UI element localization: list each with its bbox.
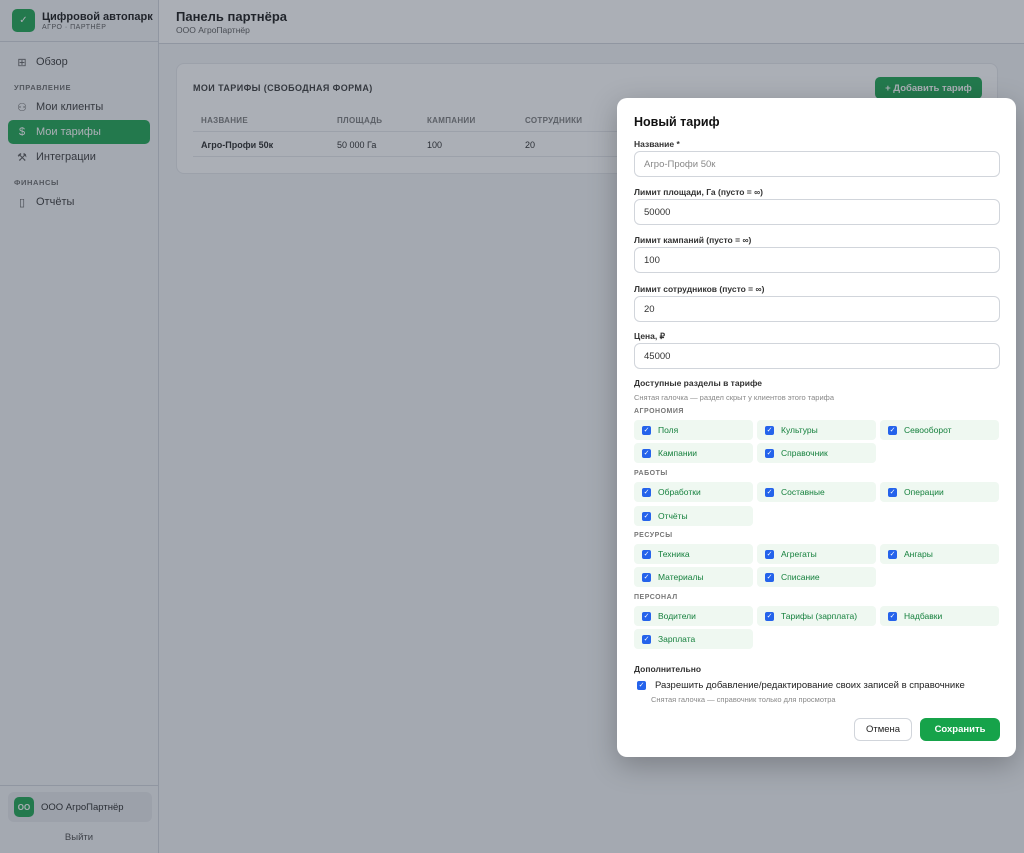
section-checkbox-campaigns[interactable]: ✓ Кампании bbox=[634, 443, 753, 463]
name-label: Название * bbox=[634, 139, 680, 149]
section-checkbox-treatments[interactable]: ✓ Обработки bbox=[634, 482, 753, 502]
extra-hint: Снятая галочка — справочник только для п… bbox=[651, 695, 836, 704]
checkbox-checked-icon: ✓ bbox=[642, 611, 651, 621]
checkbox-checked-icon: ✓ bbox=[765, 611, 774, 621]
chip-label: Материалы bbox=[658, 572, 704, 582]
chip-label: Зарплата bbox=[658, 634, 696, 644]
dialog-title: Новый тариф bbox=[634, 115, 720, 129]
price-input[interactable]: 45000 bbox=[634, 343, 1000, 369]
staff-limit-input[interactable]: 20 bbox=[634, 296, 1000, 322]
save-button[interactable]: Сохранить bbox=[920, 718, 1000, 741]
checkbox-checked-icon: ✓ bbox=[765, 487, 774, 497]
checkbox-checked-icon: ✓ bbox=[888, 611, 897, 621]
section-checkbox-directory[interactable]: ✓ Справочник bbox=[757, 443, 876, 463]
chip-label: Севооборот bbox=[904, 425, 952, 435]
new-tariff-dialog: Новый тариф Название * Агро-Профи 50к Ли… bbox=[617, 98, 1016, 757]
checkbox-checked-icon: ✓ bbox=[642, 448, 651, 458]
checkbox-checked-icon: ✓ bbox=[888, 487, 897, 497]
checkbox-checked-icon: ✓ bbox=[765, 549, 774, 559]
section-checkbox-crops[interactable]: ✓ Культуры bbox=[757, 420, 876, 440]
checkbox-checked-icon: ✓ bbox=[642, 549, 651, 559]
section-checkbox-wage-rates[interactable]: ✓ Тарифы (зарплата) bbox=[757, 606, 876, 626]
group-title-resources: РЕСУРСЫ bbox=[634, 532, 673, 539]
chip-label: Тарифы (зарплата) bbox=[781, 611, 858, 621]
price-label: Цена, ₽ bbox=[634, 331, 666, 341]
checkbox-checked-icon: ✓ bbox=[765, 448, 774, 458]
checkbox-checked-icon: ✓ bbox=[642, 425, 651, 435]
allow-edit-directory-checkbox[interactable]: ✓ Разрешить добавление/редактирование св… bbox=[637, 680, 965, 691]
section-checkbox-implements[interactable]: ✓ Агрегаты bbox=[757, 544, 876, 564]
group-title-personnel: ПЕРСОНАЛ bbox=[634, 594, 678, 601]
chip-label: Культуры bbox=[781, 425, 818, 435]
chip-label: Ангары bbox=[904, 549, 933, 559]
checkbox-checked-icon: ✓ bbox=[642, 634, 651, 644]
checkbox-checked-icon: ✓ bbox=[765, 572, 774, 582]
area-limit-label: Лимит площади, Га (пусто = ∞) bbox=[634, 187, 764, 197]
checkbox-checked-icon: ✓ bbox=[642, 572, 651, 582]
section-checkbox-writeoff[interactable]: ✓ Списание bbox=[757, 567, 876, 587]
section-checkbox-rotation[interactable]: ✓ Севооборот bbox=[880, 420, 999, 440]
checkbox-checked-icon: ✓ bbox=[765, 425, 774, 435]
area-limit-input[interactable]: 50000 bbox=[634, 199, 1000, 225]
cancel-button[interactable]: Отмена bbox=[854, 718, 912, 741]
section-checkbox-composite[interactable]: ✓ Составные bbox=[757, 482, 876, 502]
chip-label: Справочник bbox=[781, 448, 828, 458]
sections-hint: Снятая галочка — раздел скрыт у клиентов… bbox=[634, 393, 834, 402]
chip-label: Агрегаты bbox=[781, 549, 817, 559]
checkbox-checked-icon: ✓ bbox=[642, 511, 651, 521]
allow-edit-directory-label: Разрешить добавление/редактирование свои… bbox=[655, 680, 965, 691]
section-checkbox-machinery[interactable]: ✓ Техника bbox=[634, 544, 753, 564]
chip-label: Надбавки bbox=[904, 611, 943, 621]
campaigns-limit-input[interactable]: 100 bbox=[634, 247, 1000, 273]
staff-limit-label: Лимит сотрудников (пусто = ∞) bbox=[634, 284, 765, 294]
chip-label: Отчёты bbox=[658, 511, 688, 521]
chip-label: Поля bbox=[658, 425, 679, 435]
chip-label: Кампании bbox=[658, 448, 698, 458]
chip-label: Операции bbox=[904, 487, 944, 497]
section-checkbox-hangars[interactable]: ✓ Ангары bbox=[880, 544, 999, 564]
chip-label: Составные bbox=[781, 487, 825, 497]
campaigns-limit-label: Лимит кампаний (пусто = ∞) bbox=[634, 235, 752, 245]
group-title-agronomy: АГРОНОМИЯ bbox=[634, 408, 684, 415]
group-title-works: РАБОТЫ bbox=[634, 470, 668, 477]
name-input[interactable]: Агро-Профи 50к bbox=[634, 151, 1000, 177]
section-checkbox-drivers[interactable]: ✓ Водители bbox=[634, 606, 753, 626]
chip-label: Техника bbox=[658, 549, 690, 559]
chip-label: Водители bbox=[658, 611, 696, 621]
chip-label: Обработки bbox=[658, 487, 701, 497]
checkbox-checked-icon: ✓ bbox=[642, 487, 651, 497]
section-checkbox-bonuses[interactable]: ✓ Надбавки bbox=[880, 606, 999, 626]
section-checkbox-operations[interactable]: ✓ Операции bbox=[880, 482, 999, 502]
section-checkbox-reports[interactable]: ✓ Отчёты bbox=[634, 506, 753, 526]
section-checkbox-materials[interactable]: ✓ Материалы bbox=[634, 567, 753, 587]
section-checkbox-salary[interactable]: ✓ Зарплата bbox=[634, 629, 753, 649]
sections-label: Доступные разделы в тарифе bbox=[634, 378, 763, 388]
checkbox-checked-icon: ✓ bbox=[888, 549, 897, 559]
chip-label: Списание bbox=[781, 572, 820, 582]
checkbox-checked-icon: ✓ bbox=[888, 425, 897, 435]
section-checkbox-fields[interactable]: ✓ Поля bbox=[634, 420, 753, 440]
checkbox-checked-icon: ✓ bbox=[637, 681, 646, 690]
extra-label: Дополнительно bbox=[634, 664, 702, 674]
